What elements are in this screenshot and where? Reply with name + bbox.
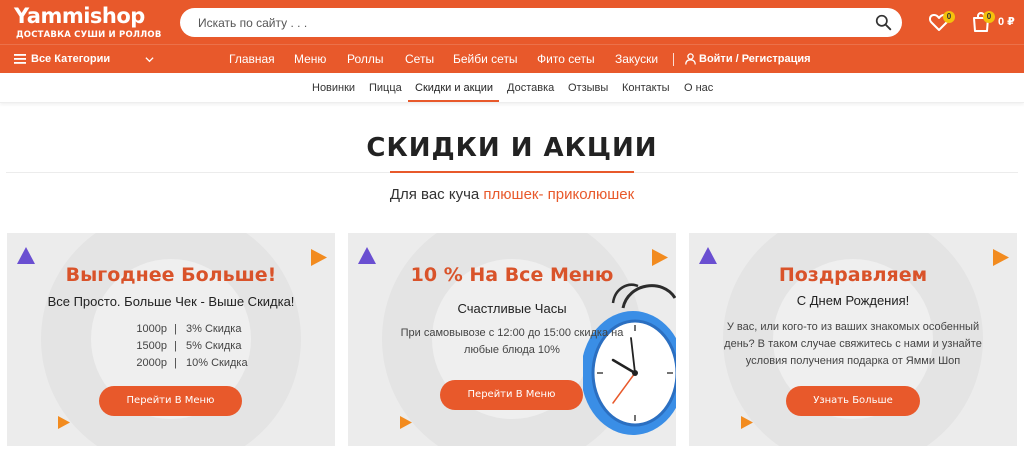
card-title: Поздравляем [778,264,928,286]
login-label: Войти / Регистрация [699,53,811,65]
tier-discount: 5% Скидка [186,340,242,352]
nav-item-sets[interactable]: Сеты [405,45,434,74]
learn-more-button[interactable]: Узнать Больше [786,386,920,416]
page-title: СКИДКИ И АКЦИИ [366,133,658,163]
header-top-bar: Yammishop ДОСТАВКА СУШИ И РОЛЛОВ 0 0 0 ₽ [0,0,1024,44]
go-to-menu-button[interactable]: Перейти В Меню [440,380,583,410]
triangle-decoration-icon [358,247,376,264]
tier-separator: | [174,357,177,369]
hamburger-icon [14,54,26,64]
card-title: 10 % На Все Меню [410,264,614,286]
user-icon [685,53,696,65]
promo-card-happy-hours: 10 % На Все Меню Счастливые Часы При сам… [348,233,676,446]
card-subtitle: Все Просто. Больше Чек - Выше Скидка! [47,294,295,309]
subnav-item-contacts[interactable]: Контакты [622,73,670,103]
all-categories-button[interactable]: Все Категории [14,45,164,74]
subnav-item-about[interactable]: О нас [684,73,713,103]
discount-tier-row: 2000р | 10% Скидка [111,355,247,372]
wishlist-count-badge: 0 [943,11,955,23]
cart-count-badge: 0 [983,11,995,23]
triangle-decoration-icon [17,247,35,264]
page-subtitle: Для вас куча плюшек- приколюшек [0,185,1024,205]
tier-amount: 1500р [136,340,167,352]
title-underline [390,171,634,173]
subnav-item-pizza[interactable]: Пицца [369,73,402,103]
go-to-menu-button[interactable]: Перейти В Меню [99,386,242,416]
tier-amount: 2000р [136,357,167,369]
play-decoration-icon [741,416,753,429]
nav-divider [673,53,674,66]
play-decoration-icon [58,416,70,429]
discount-tier-row: 1500р | 5% Скидка [111,338,241,355]
subnav-item-discounts[interactable]: Скидки и акции [415,73,493,103]
nav-item-rolls[interactable]: Роллы [347,45,384,74]
card-description: При самовывозе с 12:00 до 15:00 скидка н… [400,327,624,356]
tier-separator: | [174,323,177,335]
subnav-active-indicator [408,100,499,102]
logo-text: Yammishop [14,4,145,28]
sub-nav: Новинки Пицца Скидки и акции Доставка От… [0,73,1024,103]
nav-item-fito-sets[interactable]: Фито сеты [537,45,595,74]
subnav-item-new[interactable]: Новинки [312,73,355,103]
nav-item-baby-sets[interactable]: Бейби сеты [453,45,518,74]
card-subtitle: Счастливые Часы [457,301,567,316]
discount-tiers: 1000р | 3% Скидка 1500р | 5% Скидка 2000… [111,321,247,372]
search-input[interactable] [198,8,858,37]
chevron-down-icon [145,57,154,63]
cart-total[interactable]: 0 ₽ [998,15,1015,28]
tier-discount: 10% Скидка [186,357,248,369]
promo-card-birthday: Поздравляем С Днем Рождения! У вас, или … [689,233,1017,446]
logo[interactable]: Yammishop ДОСТАВКА СУШИ И РОЛЛОВ [14,4,161,42]
promo-card-bigger-check: Выгоднее Больше! Все Просто. Больше Чек … [7,233,335,446]
tier-amount: 1000р [136,323,167,335]
play-decoration-icon [400,416,412,429]
tier-separator: | [174,340,177,352]
search-bar [180,8,902,37]
subtitle-text: Для вас куча [389,186,484,203]
nav-item-home[interactable]: Главная [229,45,275,74]
card-subtitle: С Днем Рождения! [796,293,910,308]
main-nav: Все Категории Главная Меню Роллы Сеты Бе… [0,44,1024,73]
search-icon[interactable] [875,14,892,31]
discount-tier-row: 1000р | 3% Скидка [111,321,241,338]
all-categories-label: Все Категории [31,53,111,65]
subnav-item-reviews[interactable]: Отзывы [568,73,608,103]
subtitle-highlight: плюшек- приколюшек [483,186,635,203]
tier-discount: 3% Скидка [186,323,242,335]
subnav-item-delivery[interactable]: Доставка [507,73,554,103]
logo-tagline: ДОСТАВКА СУШИ И РОЛЛОВ [16,30,162,40]
nav-item-menu[interactable]: Меню [294,45,326,74]
nav-item-snacks[interactable]: Закуски [615,45,658,74]
card-description: У вас, или кого-то из ваших знакомых осо… [724,321,982,367]
card-title: Выгоднее Больше! [65,264,277,286]
triangle-decoration-icon [699,247,717,264]
